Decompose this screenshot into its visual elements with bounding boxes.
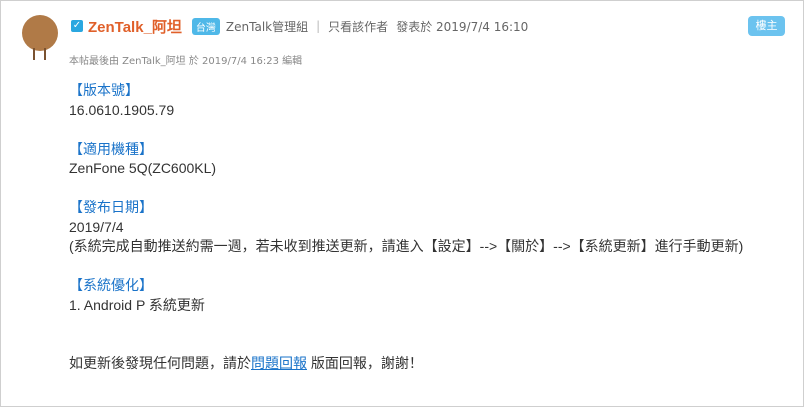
date-note: (系統完成自動推送約需一週，若未收到推送更新，請進入【設定】-->【關於】-->… [69,238,744,254]
post-card: ✓ ZenTalk_阿坦 台灣 ZenTalk管理組 | 只看該作者 發表於 2… [0,0,804,407]
post-timestamp: 發表於 2019/7/4 16:10 [396,19,529,34]
models-value: ZenFone 5Q(ZC600KL) [69,160,217,176]
optimization-heading: 【系統優化】 [69,277,153,293]
country-badge: 台灣 [191,17,220,35]
optimization-item: 1. Android P 系統更新 [69,296,205,313]
avatar[interactable] [22,15,58,60]
user-group: ZenTalk管理組 [225,19,309,34]
date-value: 2019/7/4 [69,218,124,235]
post-content: 【版本號】 16.0610.1905.79 【適用機種】 ZenFone 5Q(… [69,81,743,374]
footer-text: 如更新後發現任何問題，請於問題回報 版面回報，謝謝！ [69,354,743,374]
footer-suffix: 版面回報，謝謝！ [310,355,423,371]
author-row: ✓ ZenTalk_阿坦 台灣 ZenTalk管理組 | 只看該作者 發表於 2… [71,16,528,36]
avatar-leg [44,48,46,60]
floor-button[interactable]: 樓主 [748,16,785,36]
avatar-image [22,15,58,51]
models-heading: 【適用機種】 [69,140,153,157]
verified-icon: ✓ [71,20,83,32]
author-name-link[interactable]: ZenTalk_阿坦 [88,16,182,37]
edit-note: 本帖最後由 ZenTalk_阿坦 於 2019/7/4 16:23 編輯 [69,56,303,67]
version-value: 16.0610.1905.79 [69,101,175,118]
only-author-link[interactable]: 只看該作者 [328,18,388,35]
footer-prefix: 如更新後發現任何問題，請於 [69,355,251,371]
separator: | [316,19,321,33]
issue-report-link[interactable]: 問題回報 [251,355,307,371]
date-heading: 【發布日期】 [69,199,153,215]
version-heading: 【版本號】 [69,82,139,98]
avatar-leg [33,48,35,60]
